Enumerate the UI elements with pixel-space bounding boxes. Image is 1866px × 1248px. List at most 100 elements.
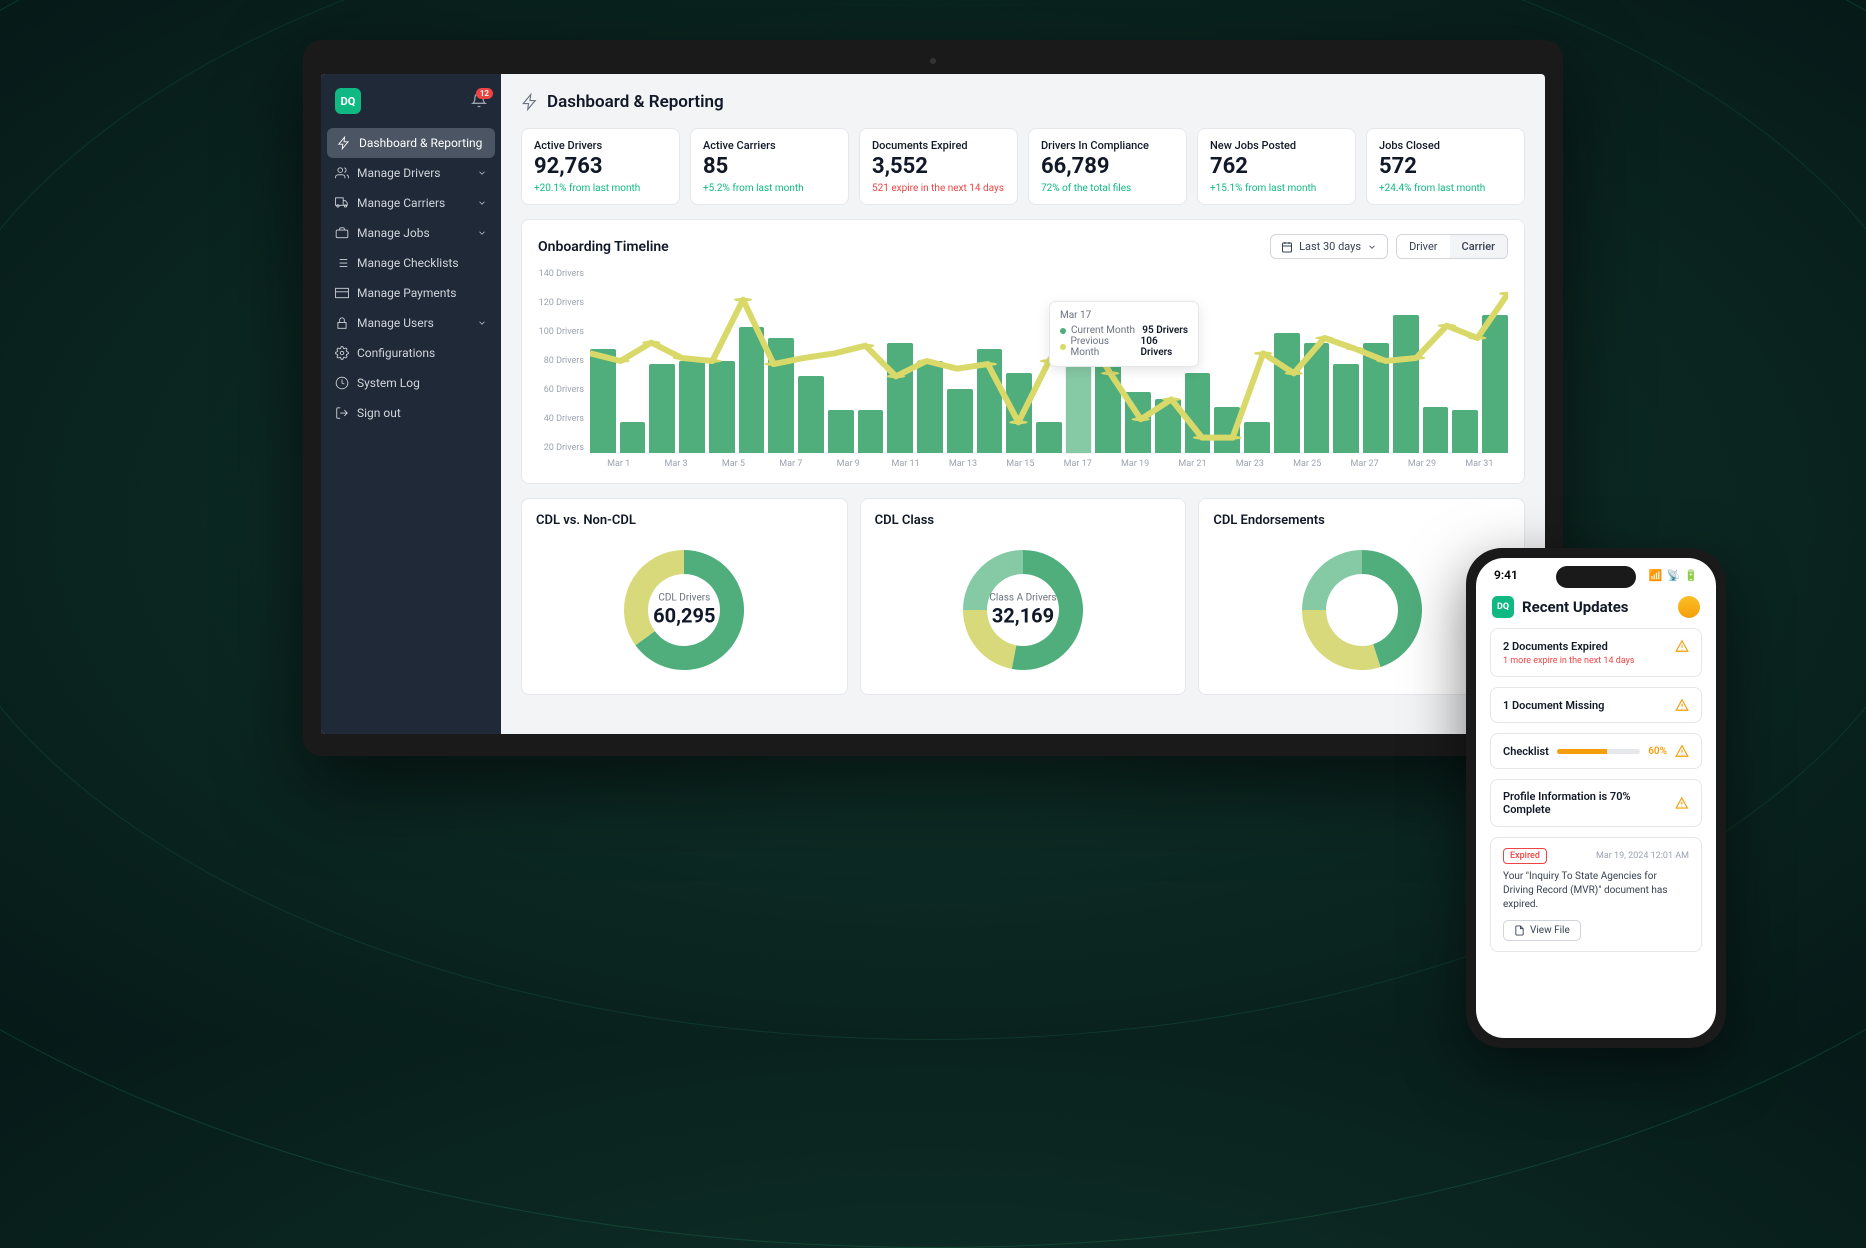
sidebar-item-label: System Log — [357, 376, 420, 390]
calendar-icon — [1281, 241, 1293, 253]
laptop-frame: DQ 12 Dashboard & Reporting Manage Driver… — [303, 40, 1563, 756]
tooltip-current-value: 95 Drivers — [1142, 325, 1188, 336]
y-tick: 100 Drivers — [538, 327, 584, 337]
phone-frame: 9:41 📶 📡 🔋 DQ Recent Updates 2 Documents… — [1466, 548, 1726, 1048]
card-subtitle: 1 more expire in the next 14 days — [1503, 656, 1689, 666]
kpi-label: Active Drivers — [534, 139, 667, 152]
donut-center-label: Class A Drivers — [989, 593, 1056, 604]
x-tick: Mar 7 — [762, 459, 819, 469]
x-tick: Mar 31 — [1451, 459, 1508, 469]
sidebar-item-manage-payments[interactable]: Manage Payments — [321, 278, 501, 308]
kpi-label: Documents Expired — [872, 139, 1005, 152]
y-tick: 60 Drivers — [538, 385, 584, 395]
kpi-label: Active Carriers — [703, 139, 836, 152]
sidebar: DQ 12 Dashboard & Reporting Manage Driver… — [321, 74, 501, 734]
segment-driver[interactable]: Driver — [1397, 235, 1449, 258]
kpi-delta: 521 expire in the next 14 days — [872, 183, 1005, 194]
progress-bar — [1557, 749, 1640, 754]
kpi-label: New Jobs Posted — [1210, 139, 1343, 152]
chevron-down-icon — [1367, 242, 1377, 252]
sidebar-item-label: Manage Carriers — [357, 196, 445, 210]
kpi-label: Jobs Closed — [1379, 139, 1512, 152]
x-tick: Mar 23 — [1221, 459, 1278, 469]
sidebar-item-manage-checklists[interactable]: Manage Checklists — [321, 248, 501, 278]
date-range-dropdown[interactable]: Last 30 days — [1270, 234, 1388, 259]
sidebar-item-dashboard-reporting[interactable]: Dashboard & Reporting — [327, 128, 495, 158]
x-tick: Mar 21 — [1164, 459, 1221, 469]
chevron-down-icon — [477, 168, 487, 178]
sidebar-item-label: Sign out — [357, 406, 401, 420]
donut-center-value: 32,169 — [989, 604, 1056, 628]
phone-notch — [1556, 566, 1636, 588]
onboarding-panel: Onboarding Timeline Last 30 days Driver … — [521, 219, 1525, 484]
kpi-value: 572 — [1379, 154, 1512, 179]
chevron-down-icon — [477, 198, 487, 208]
card-title: 1 Document Missing — [1503, 699, 1604, 712]
kpi-card: Jobs Closed 572 +24.4% from last month — [1366, 128, 1525, 205]
sidebar-item-manage-carriers[interactable]: Manage Carriers — [321, 188, 501, 218]
kpi-row: Active Drivers92,763+20.1% from last mon… — [521, 128, 1525, 205]
avatar[interactable] — [1678, 596, 1700, 618]
file-icon — [1514, 925, 1525, 936]
kpi-delta: +24.4% from last month — [1379, 183, 1512, 194]
segment-carrier[interactable]: Carrier — [1450, 235, 1507, 258]
kpi-value: 762 — [1210, 154, 1343, 179]
warning-icon — [1675, 796, 1689, 810]
x-tick: Mar 1 — [590, 459, 647, 469]
donut-center-label: CDL Drivers — [653, 593, 715, 604]
chevron-down-icon — [477, 228, 487, 238]
phone-time: 9:41 — [1494, 568, 1518, 582]
x-tick: Mar 15 — [992, 459, 1049, 469]
sidebar-item-label: Configurations — [357, 346, 435, 360]
sidebar-item-manage-jobs[interactable]: Manage Jobs — [321, 218, 501, 248]
page-title: Dashboard & Reporting — [547, 92, 724, 112]
card-checklist[interactable]: Checklist 60% — [1490, 733, 1702, 769]
donut-title: CDL vs. Non-CDL — [536, 513, 833, 528]
app-logo[interactable]: DQ — [335, 88, 361, 114]
kpi-value: 85 — [703, 154, 836, 179]
x-tick: Mar 27 — [1336, 459, 1393, 469]
sidebar-item-system-log[interactable]: System Log — [321, 368, 501, 398]
x-tick: Mar 5 — [705, 459, 762, 469]
card-profile-complete[interactable]: Profile Information is 70% Complete — [1490, 779, 1702, 827]
x-tick: Mar 13 — [934, 459, 991, 469]
x-tick: Mar 25 — [1279, 459, 1336, 469]
kpi-delta: +15.1% from last month — [1210, 183, 1343, 194]
card-title: Profile Information is 70% Complete — [1503, 790, 1675, 816]
sidebar-item-manage-users[interactable]: Manage Users — [321, 308, 501, 338]
sidebar-item-label: Manage Drivers — [357, 166, 440, 180]
kpi-value: 3,552 — [872, 154, 1005, 179]
x-tick: Mar 29 — [1393, 459, 1450, 469]
x-tick: Mar 17 — [1049, 459, 1106, 469]
camera-dot — [930, 58, 936, 64]
kpi-delta: +5.2% from last month — [703, 183, 836, 194]
onboarding-chart: 140 Drivers120 Drivers100 Drivers80 Driv… — [538, 269, 1508, 469]
phone-app-logo[interactable]: DQ — [1492, 596, 1514, 618]
notifications-button[interactable]: 12 — [471, 92, 487, 111]
x-tick: Mar 11 — [877, 459, 934, 469]
sidebar-item-label: Manage Users — [357, 316, 434, 330]
card-document-missing[interactable]: 1 Document Missing — [1490, 687, 1702, 723]
sidebar-item-sign-out[interactable]: Sign out — [321, 398, 501, 428]
card-title: 2 Documents Expired — [1503, 640, 1608, 653]
dot-current — [1060, 328, 1066, 334]
kpi-card: Active Drivers92,763+20.1% from last mon… — [521, 128, 680, 205]
view-file-label: View File — [1530, 925, 1570, 936]
y-tick: 140 Drivers — [538, 269, 584, 279]
expired-badge: Expired — [1503, 848, 1547, 864]
tooltip-date: Mar 17 — [1060, 310, 1188, 321]
donut-title: CDL Class — [875, 513, 1172, 528]
donut-panel: CDL vs. Non-CDLCDL Drivers60,295 — [521, 498, 848, 695]
sidebar-item-configurations[interactable]: Configurations — [321, 338, 501, 368]
progress-percent: 60% — [1648, 746, 1667, 757]
kpi-delta: +20.1% from last month — [534, 183, 667, 194]
signal-icon: 📶 — [1649, 569, 1663, 582]
card-expired-document: Expired Mar 19, 2024 12:01 AM Your "Inqu… — [1490, 837, 1702, 952]
view-file-button[interactable]: View File — [1503, 920, 1581, 941]
sidebar-item-manage-drivers[interactable]: Manage Drivers — [321, 158, 501, 188]
donut-title: CDL Endorsements — [1213, 513, 1510, 528]
segment-control: Driver Carrier — [1396, 234, 1508, 259]
expired-description: Your "Inquiry To State Agencies for Driv… — [1503, 870, 1689, 912]
x-tick: Mar 9 — [820, 459, 877, 469]
card-documents-expired[interactable]: 2 Documents Expired 1 more expire in the… — [1490, 628, 1702, 677]
